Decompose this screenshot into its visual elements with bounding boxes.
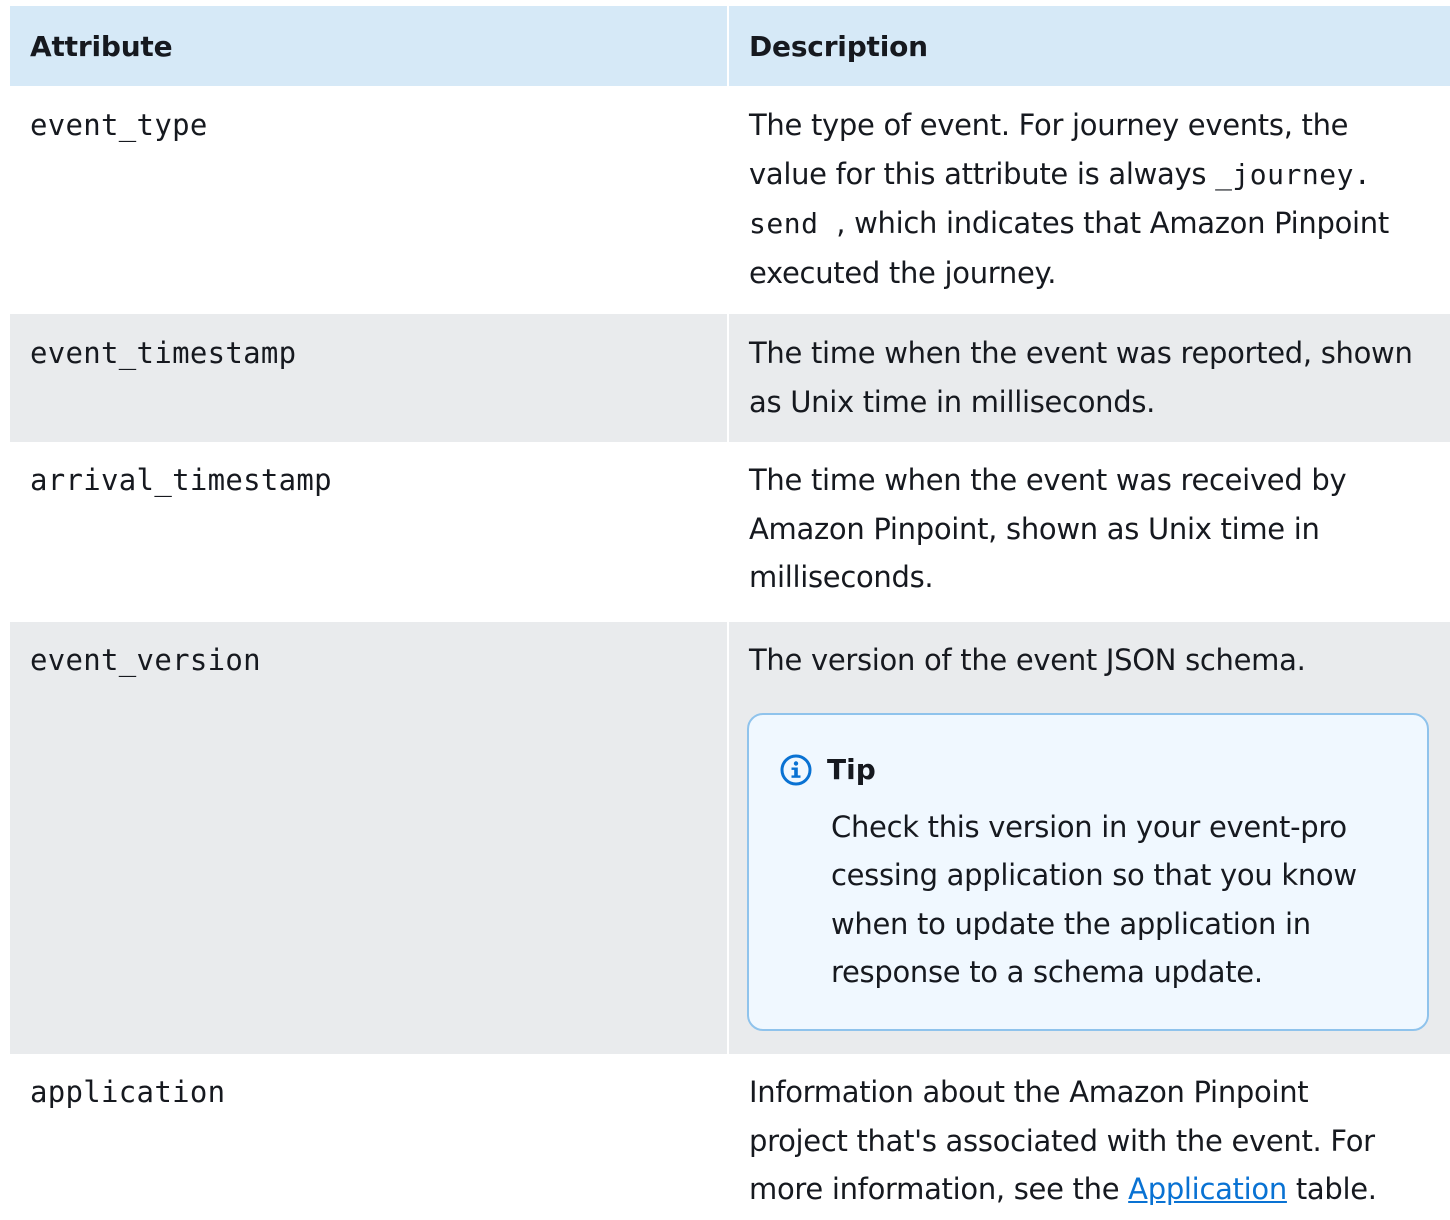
table-header-row: Attribute Description xyxy=(10,6,1450,86)
description-cell: Information about the Amazon Pinpoint pr… xyxy=(729,1054,1450,1220)
description-cell: The time when the event was received by … xyxy=(729,442,1450,622)
header-attribute: Attribute xyxy=(10,6,729,86)
description-cell: The time when the event was reported, sh… xyxy=(729,314,1450,442)
attribute-name: event_type xyxy=(30,108,208,142)
tip-body: Check this version in your event-pro ces… xyxy=(831,809,1357,990)
attributes-table: Attribute Description event_type The typ… xyxy=(10,6,1450,1220)
description-cell: The version of the event JSON schema. Ti… xyxy=(729,622,1450,1054)
tip-callout: Tip Check this version in your event-pro… xyxy=(747,712,1429,1031)
attribute-cell: arrival_timestamp xyxy=(10,442,729,622)
attribute-cell: application xyxy=(10,1054,729,1220)
table-row: event_type The type of event. For journe… xyxy=(10,86,1450,314)
table-row: application Information about the Amazon… xyxy=(10,1054,1450,1220)
description-cell: The type of event. For journey events, t… xyxy=(729,86,1450,314)
attribute-cell: event_timestamp xyxy=(10,314,729,442)
description-text: The time when the event was reported, sh… xyxy=(749,336,1413,419)
attribute-name: arrival_timestamp xyxy=(30,463,332,497)
tip-title: Tip xyxy=(827,753,876,786)
tip-header: Tip xyxy=(779,745,1397,795)
attribute-name: event_version xyxy=(30,643,261,677)
table-row: event_timestamp The time when the event … xyxy=(10,314,1450,442)
header-description: Description xyxy=(749,29,928,63)
table-row: event_version The version of the event J… xyxy=(10,622,1450,1054)
application-table-link[interactable]: Application xyxy=(1128,1172,1287,1206)
attribute-cell: event_type xyxy=(10,86,729,314)
table-row: arrival_timestamp The time when the even… xyxy=(10,442,1450,622)
inline-code: send xyxy=(749,207,819,240)
attribute-cell: event_version xyxy=(10,622,729,1054)
description-text: The version of the event JSON schema. xyxy=(749,643,1306,677)
inline-code: _journey. xyxy=(1215,157,1372,191)
description-text: Information about the Amazon Pinpoint pr… xyxy=(749,1068,1399,1214)
description-part: table. xyxy=(1286,1172,1377,1206)
description-text: The time when the event was received by … xyxy=(749,463,1347,594)
info-circle-icon xyxy=(779,753,813,787)
description-text: The type of event. For journey events, t… xyxy=(749,101,1430,297)
attribute-name: application xyxy=(30,1075,226,1109)
attribute-name: event_timestamp xyxy=(30,336,297,370)
description-part: , which indicates that Amazon Pinpoint e… xyxy=(749,206,1389,290)
